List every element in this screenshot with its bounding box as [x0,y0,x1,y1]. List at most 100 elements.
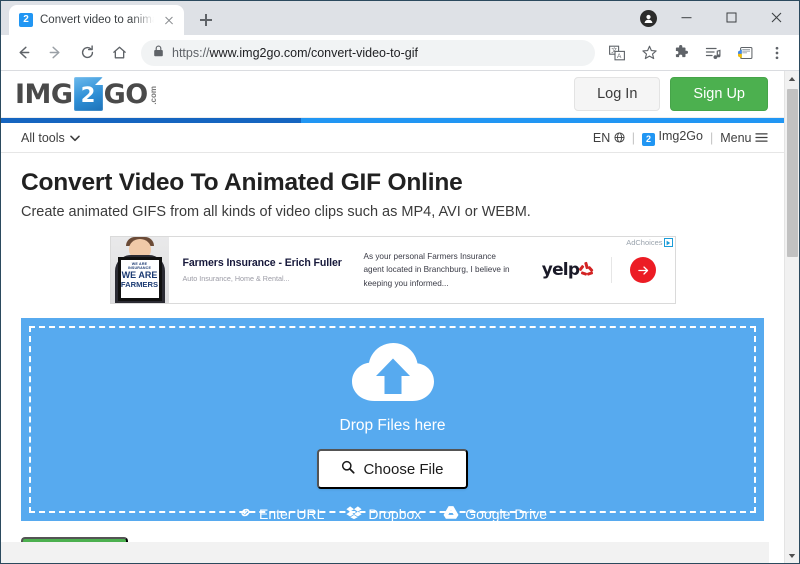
arrow-right-icon [630,257,656,283]
minimize-button[interactable] [664,1,709,33]
bookmark-star-icon[interactable] [635,39,663,67]
account-menu[interactable]: 2 Img2Go [642,129,703,146]
new-tab-button[interactable] [192,6,220,34]
extensions-icon[interactable] [667,39,695,67]
header-actions: Log In Sign Up [574,77,768,111]
page-footer-space [1,542,769,563]
logo-text-com: .com [148,86,158,105]
adchoices-badge[interactable]: AdChoices [623,237,674,248]
dropbox-label: Dropbox [368,506,422,522]
google-drive-icon [443,505,459,523]
forward-icon[interactable] [41,39,69,67]
scroll-down-arrow-icon[interactable] [785,548,799,563]
ad-headline-column: Farmers Insurance - Erich Fuller Auto In… [169,257,364,283]
login-button[interactable]: Log In [574,77,661,111]
vertical-scrollbar[interactable] [784,71,799,563]
dropbox-button[interactable]: Dropbox [346,505,421,523]
google-drive-button[interactable]: Google Drive [443,505,547,523]
adchoices-triangle-icon [663,238,673,247]
account-badge-icon: 2 [642,133,656,146]
tab-strip: 2 Convert video to animated GIF [1,1,799,35]
site-header: IMG 2 GO .com Log In Sign Up [1,71,784,118]
yelp-wordmark: yelp [541,260,580,280]
accent-progress-strip [1,118,784,123]
enter-url-label: Enter URL [259,506,325,522]
upload-area: Drop Files here Choose File Enter URL Dr… [1,318,784,523]
accent-strip-rest [301,118,784,123]
ad-sign-line3: FARMERS [120,280,159,289]
browser-toolbar: https://www.img2go.com/convert-video-to-… [1,35,799,71]
dropbox-icon [346,505,362,523]
all-tools-menu[interactable]: All tools [21,131,80,145]
browser-window: 2 Convert video to animated GIF [0,0,800,564]
cloud-upload-icon [350,338,436,409]
profile-icon[interactable] [731,39,759,67]
scrollbar-track[interactable] [785,86,799,548]
scroll-up-arrow-icon[interactable] [785,71,799,86]
accent-strip-filled [1,118,301,123]
more-menu-icon[interactable] [763,39,791,67]
dropzone[interactable]: Drop Files here Choose File Enter URL Dr… [21,318,764,523]
page-viewport: IMG 2 GO .com Log In Sign Up All tools E… [1,71,799,563]
logo-text-go: GO [103,78,149,110]
choose-file-label: Choose File [363,460,444,478]
menu-label: Menu [720,130,752,145]
nav-separator-1: | [631,130,636,145]
drop-files-label: Drop Files here [339,417,446,434]
chevron-down-icon [69,131,80,145]
search-icon [341,460,356,478]
reading-list-icon[interactable] [699,39,727,67]
maximize-button[interactable] [709,1,754,33]
enter-url-button[interactable]: Enter URL [238,505,324,523]
nav-separator-2: | [709,130,714,145]
ad-brand-logo: yelp [525,260,611,280]
navbar-right: EN | 2 Img2Go | Menu [593,129,768,146]
main-menu-button[interactable]: Menu [720,131,768,145]
home-icon[interactable] [105,39,133,67]
account-label: Img2Go [658,129,703,143]
logo-badge-label: 2 [80,82,96,107]
advertisement-banner[interactable]: WE ARE INSURANCE WE ARE FARMERS Farmers … [109,236,676,304]
logo-badge-icon: 2 [73,77,103,111]
choose-file-button[interactable]: Choose File [317,449,468,489]
site-navbar: All tools EN | 2 Img2Go | Menu [1,123,784,153]
back-icon[interactable] [9,39,37,67]
logo-text-img: IMG [15,78,73,110]
google-drive-label: Google Drive [465,506,547,522]
site-logo[interactable]: IMG 2 GO .com [15,77,158,111]
ad-subtitle: Auto Insurance, Home & Rental... [182,274,290,283]
ad-cta[interactable] [610,257,675,283]
tab-favicon: 2 [19,13,33,27]
adchoices-label: AdChoices [626,238,663,247]
url-text: https://www.img2go.com/convert-video-to-… [172,45,418,60]
ad-description: As your personal Farmers Insurance agent… [363,251,510,288]
page-title: Convert Video To Animated GIF Online [21,169,463,196]
advertisement-area: WE ARE INSURANCE WE ARE FARMERS Farmers … [1,236,784,304]
yelp-burst-icon [578,261,594,278]
globe-icon [614,131,625,145]
ad-image: WE ARE INSURANCE WE ARE FARMERS [110,237,169,303]
page-subtitle: Create animated GIFS from all kinds of v… [21,204,531,220]
ad-sign: WE ARE INSURANCE WE ARE FARMERS [117,257,162,301]
page-content: Convert Video To Animated GIF Online Cre… [1,153,784,220]
ad-title: Farmers Insurance - Erich Fuller [182,257,342,269]
svg-text:A: A [617,53,622,60]
reload-icon[interactable] [73,39,101,67]
scrollbar-thumb[interactable] [787,89,798,257]
signup-button[interactable]: Sign Up [670,77,768,111]
close-icon[interactable] [161,12,177,28]
address-bar[interactable]: https://www.img2go.com/convert-video-to-… [141,39,595,66]
hamburger-icon [755,131,768,145]
ad-body: Farmers Insurance - Erich Fuller Auto In… [169,237,675,303]
ad-sign-line1: WE ARE INSURANCE [127,262,152,270]
profile-avatar-icon[interactable] [640,10,657,27]
browser-tab[interactable]: 2 Convert video to animated GIF [9,5,184,35]
window-controls [664,1,799,33]
translate-icon[interactable]: 文A [603,39,631,67]
close-window-button[interactable] [754,1,799,33]
language-selector[interactable]: EN [593,131,625,145]
lock-icon [153,44,164,62]
upload-sources: Enter URL Dropbox Google Drive [238,505,547,523]
web-page: IMG 2 GO .com Log In Sign Up All tools E… [1,71,784,563]
tab-title: Convert video to animated GIF [40,14,154,26]
